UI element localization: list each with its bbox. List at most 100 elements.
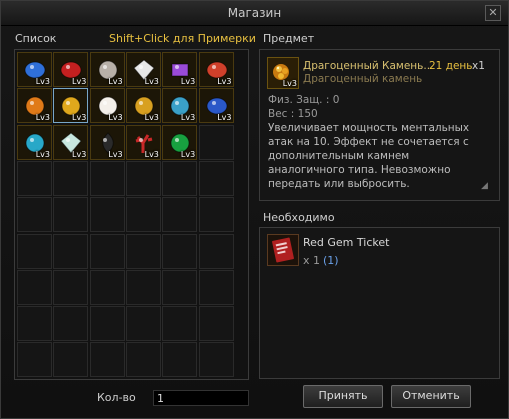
title-bar[interactable]: Магазин ✕ — [1, 1, 508, 26]
grid-slot[interactable] — [53, 306, 89, 342]
required-section-label: Необходимо — [263, 211, 335, 224]
grid-slot[interactable] — [125, 233, 161, 269]
item-level-label: Lv3 — [217, 113, 232, 123]
item-level-label: Lv3 — [180, 149, 196, 159]
grid-slot[interactable] — [89, 342, 125, 378]
ticket-icon — [267, 234, 299, 266]
grid-slot[interactable] — [125, 197, 161, 233]
item-level-label: Lv3 — [144, 113, 159, 123]
description-line: дополнительным камнем — [268, 150, 410, 162]
grid-slot[interactable] — [198, 342, 234, 378]
grid-item[interactable]: Lv3 — [125, 124, 161, 160]
grid-item[interactable]: Lv3 — [17, 88, 52, 124]
grid-item[interactable]: Lv3 — [17, 124, 52, 160]
grid-slot[interactable] — [17, 197, 52, 233]
grid-slot[interactable] — [125, 269, 161, 305]
grid-slot[interactable] — [17, 342, 52, 378]
grid-slot[interactable] — [198, 124, 234, 160]
grid-slot[interactable] — [125, 342, 161, 378]
shop-window: Магазин ✕ Список Shift+Click для Примерк… — [0, 0, 509, 419]
grid-slot[interactable] — [162, 342, 198, 378]
grid-slot[interactable] — [53, 160, 89, 196]
grid-slot[interactable] — [198, 197, 234, 233]
item-defense: Физ. Защ. : 0 — [268, 94, 340, 106]
grid-slot[interactable] — [89, 269, 125, 305]
grid-slot[interactable] — [162, 233, 198, 269]
grid-slot[interactable] — [198, 269, 234, 305]
grid-slot[interactable] — [53, 233, 89, 269]
description-line: передать или выбросить. — [268, 178, 410, 190]
item-section-label: Предмет — [263, 32, 315, 45]
grid-slot[interactable] — [125, 160, 161, 196]
description-line: аналогичного типа. Невозможно — [268, 164, 451, 176]
grid-item[interactable]: Lv3 — [125, 88, 161, 124]
required-item-name: Red Gem Ticket — [303, 236, 390, 249]
grid-item[interactable]: Lv3 — [162, 52, 198, 87]
item-level-label: Lv3 — [35, 113, 50, 123]
try-on-hint: Shift+Click для Примерки — [109, 32, 256, 45]
item-grid: Lv3 Lv3 Lv3 Lv3 Lv3 Lv3 Lv3 Lv3 Lv3 Lv3 Lv3 Lv3 Lv3 L… — [14, 49, 249, 380]
quantity-label: Кол-во — [97, 391, 136, 404]
item-name: Драгоценный Камень.. — [303, 60, 431, 72]
grid-item[interactable]: Lv3 — [162, 124, 198, 160]
grid-item[interactable]: Lv3 — [17, 52, 52, 87]
grid-slot[interactable] — [53, 269, 89, 305]
window-title: Магазин — [227, 6, 282, 20]
grid-item[interactable]: Lv3 — [89, 88, 125, 124]
item-level-label: Lv3 — [144, 77, 159, 86]
item-type: Драгоценный камень — [303, 73, 423, 85]
grid-slot[interactable] — [162, 160, 198, 196]
grid-slot[interactable] — [162, 197, 198, 233]
selected-item-level: Lv3 — [282, 79, 297, 88]
grid-slot[interactable] — [89, 160, 125, 196]
item-level-label: Lv3 — [108, 77, 123, 86]
grid-slot[interactable] — [89, 233, 125, 269]
grid-item[interactable]: Lv3 — [53, 88, 89, 124]
item-weight: Вес : 150 — [268, 108, 318, 120]
grid-slot[interactable] — [198, 160, 234, 196]
grid-item[interactable]: Lv3 — [53, 124, 89, 160]
description-line: атак на 10. Эффект не сочетается с — [268, 136, 469, 148]
red-ticket-icon — [272, 237, 294, 263]
item-level-label: Lv3 — [35, 149, 50, 159]
grid-slot[interactable] — [198, 233, 234, 269]
accept-button[interactable]: Принять — [303, 385, 383, 408]
item-level-label: Lv3 — [217, 77, 232, 86]
item-level-label: Lv3 — [35, 77, 50, 86]
grid-item[interactable]: Lv3 — [198, 88, 234, 124]
grid-slot[interactable] — [53, 342, 89, 378]
grid-item[interactable]: Lv3 — [162, 88, 198, 124]
item-level-label: Lv3 — [180, 77, 196, 86]
required-qty-owned: (1) — [323, 254, 339, 267]
grid-slot[interactable] — [162, 306, 198, 342]
grid-slot[interactable] — [53, 197, 89, 233]
grid-slot[interactable] — [198, 306, 234, 342]
grid-slot[interactable] — [125, 306, 161, 342]
item-duration: 21 день — [429, 60, 473, 72]
quantity-input[interactable] — [153, 390, 249, 406]
grid-slot[interactable] — [17, 160, 52, 196]
required-qty: x 1 — [303, 254, 321, 267]
grid-slot[interactable] — [17, 269, 52, 305]
grid-item[interactable]: Lv3 — [53, 52, 89, 87]
grid-slot[interactable] — [162, 269, 198, 305]
close-icon[interactable]: ✕ — [485, 5, 501, 21]
grid-item[interactable]: Lv3 — [89, 52, 125, 87]
resize-corner-icon[interactable]: ◢ — [481, 181, 491, 191]
grid-item[interactable]: Lv3 — [125, 52, 161, 87]
grid-item[interactable]: Lv3 — [198, 52, 234, 87]
grid-slot[interactable] — [17, 306, 52, 342]
item-description: Увеличивает мощность ментальных атак на … — [268, 121, 469, 191]
grid-slot[interactable] — [89, 197, 125, 233]
cancel-button[interactable]: Отменить — [391, 385, 471, 408]
grid-item[interactable]: Lv3 — [89, 124, 125, 160]
item-level-label: Lv3 — [72, 149, 87, 159]
grid-slot[interactable] — [17, 233, 52, 269]
selected-item-icon: Lv3 — [267, 57, 299, 89]
description-line: Увеличивает мощность ментальных — [268, 122, 470, 134]
item-level-label: Lv3 — [108, 149, 123, 159]
item-level-label: Lv3 — [144, 149, 159, 159]
item-level-label: Lv3 — [72, 113, 87, 123]
item-count: x1 — [472, 60, 485, 72]
grid-slot[interactable] — [89, 306, 125, 342]
